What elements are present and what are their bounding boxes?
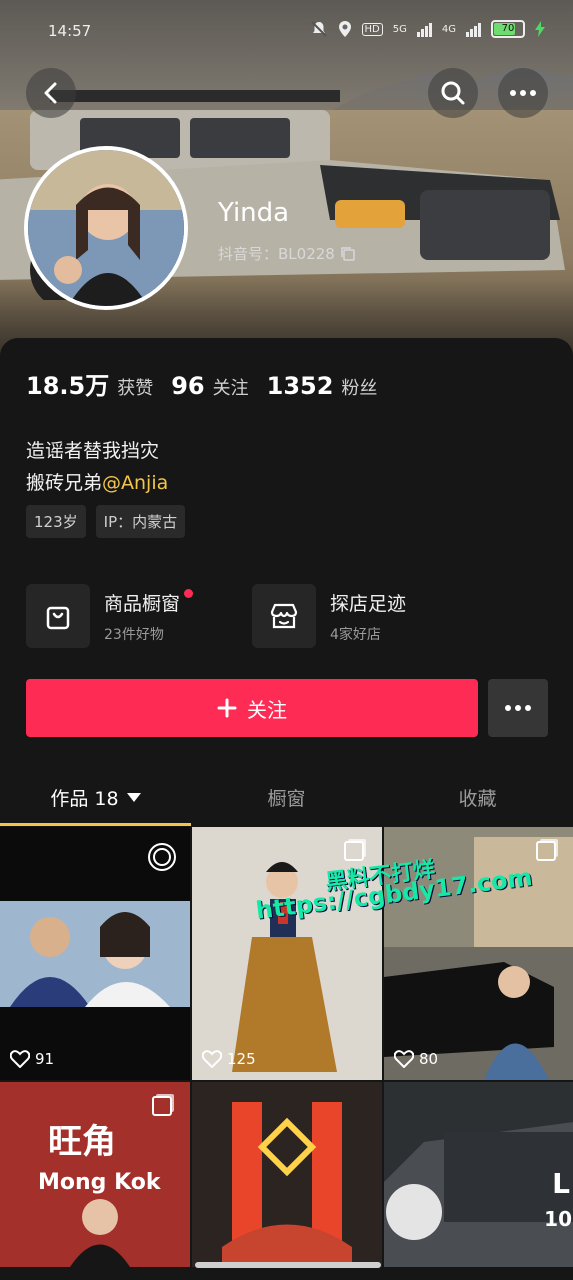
video-likes-count: 91 — [35, 1050, 55, 1068]
profile-stats: 18.5万 获赞 96 关注 1352 粉丝 — [26, 366, 377, 401]
battery-level: 70 — [501, 23, 515, 34]
plus-icon — [217, 698, 237, 718]
video-tile[interactable]: 91 — [0, 827, 190, 1080]
status-time: 14:57 — [48, 22, 92, 40]
copy-icon[interactable] — [341, 246, 355, 261]
stat-following-value: 96 — [171, 372, 205, 400]
status-icons: HD 5G 4G 70 — [310, 20, 545, 38]
video-thumbnail — [192, 1082, 382, 1267]
showcase-subtitle: 23件好物 — [104, 626, 164, 643]
profile-tags: 123岁 IP：内蒙古 — [26, 505, 186, 538]
signal-icon-2 — [466, 21, 481, 37]
mute-bell-icon — [310, 21, 327, 37]
heart-icon — [394, 1050, 414, 1068]
location-icon — [338, 21, 351, 37]
tile-sign-english: Mong Kok — [38, 1170, 161, 1195]
content-tabs: 作品 18 橱窗 收藏 — [0, 768, 573, 826]
network-4g-label: 4G — [441, 23, 456, 35]
showcase-title: 商品橱窗 — [104, 592, 181, 615]
follow-button[interactable]: 关注 — [26, 679, 478, 737]
tab-works-label: 作品 18 — [50, 787, 119, 810]
search-button[interactable] — [428, 68, 478, 118]
multi-image-icon — [344, 841, 364, 861]
visits-subtitle: 4家好店 — [330, 626, 381, 643]
more-dots-icon — [505, 705, 531, 711]
avatar-image — [28, 150, 184, 306]
chevron-left-icon — [44, 82, 57, 104]
store-visits-entry[interactable]: 探店足迹 4家好店 — [252, 584, 406, 648]
network-5g-label: 5G — [392, 23, 407, 35]
visits-title: 探店足迹 — [330, 592, 407, 615]
stat-likes[interactable]: 18.5万 获赞 — [26, 366, 153, 401]
bio-line-2: 搬砖兄弟@Anjia — [26, 468, 168, 495]
bio-line-1: 造谣者替我挡灾 — [26, 440, 160, 462]
video-likes: 80 — [394, 1050, 438, 1068]
ip-location-tag: IP：内蒙古 — [95, 505, 186, 538]
tile-sign-chinese: 旺角 — [48, 1122, 116, 1162]
tab-favorites-label: 收藏 — [458, 787, 497, 810]
multi-image-icon — [152, 1096, 172, 1116]
bio-line-2-text: 搬砖兄弟 — [26, 472, 103, 494]
more-dots-icon — [510, 90, 536, 96]
avatar[interactable] — [24, 146, 188, 310]
follow-button-label: 关注 — [247, 697, 287, 722]
tab-showcase[interactable]: 橱窗 — [191, 768, 382, 826]
douyin-id[interactable]: 抖音号：BL0228 — [218, 243, 355, 264]
video-likes-count: 125 — [227, 1050, 256, 1068]
stat-following[interactable]: 96 关注 — [171, 372, 248, 400]
bio-mention-link[interactable]: @Anjia — [102, 472, 168, 494]
home-indicator[interactable] — [195, 1262, 381, 1268]
tab-works[interactable]: 作品 18 — [0, 768, 191, 826]
product-showcase-entry[interactable]: 商品橱窗 23件好物 — [26, 584, 194, 648]
video-likes: 91 — [10, 1050, 54, 1068]
douyin-id-text: 抖音号：BL0228 — [218, 245, 335, 263]
more-options-button[interactable] — [498, 68, 548, 118]
stat-likes-value: 18.5万 — [26, 372, 110, 400]
nickname: Yinda — [218, 198, 290, 228]
status-bar: 14:57 HD 5G 4G 70 — [0, 0, 573, 64]
battery-icon: 70 — [491, 20, 525, 38]
video-likes: 125 — [202, 1050, 256, 1068]
caret-down-icon[interactable] — [126, 792, 141, 802]
search-icon — [441, 81, 465, 105]
stat-followers-value: 1352 — [266, 372, 334, 400]
heart-icon — [202, 1050, 222, 1068]
stat-followers-label: 粉丝 — [341, 378, 378, 399]
live-icon — [148, 843, 176, 871]
age-tag: 123岁 — [26, 505, 86, 538]
stat-following-label: 关注 — [212, 378, 249, 399]
tab-showcase-label: 橱窗 — [267, 787, 306, 810]
video-tile[interactable]: 旺角 Mong Kok — [0, 1082, 190, 1267]
hd-badge: HD — [361, 22, 383, 36]
storefront-icon — [252, 584, 316, 648]
signal-icon-1 — [416, 21, 432, 37]
heart-icon — [10, 1050, 30, 1068]
tile-overlay-letter: L — [552, 1167, 570, 1200]
tab-favorites[interactable]: 收藏 — [382, 768, 573, 826]
follow-more-button[interactable] — [488, 679, 548, 737]
stat-followers[interactable]: 1352 粉丝 — [267, 372, 378, 400]
video-tile[interactable]: L 10 — [384, 1082, 573, 1267]
shopping-bag-icon — [26, 584, 90, 648]
video-thumbnail — [384, 1082, 573, 1267]
multi-image-icon — [536, 841, 556, 861]
back-button[interactable] — [26, 68, 76, 118]
tile-overlay-count: 10 — [544, 1207, 572, 1231]
showcase-new-dot — [184, 588, 194, 598]
video-likes-count: 80 — [419, 1050, 439, 1068]
charging-icon — [535, 21, 545, 37]
video-tile[interactable] — [192, 1082, 382, 1267]
stat-likes-label: 获赞 — [117, 378, 154, 399]
